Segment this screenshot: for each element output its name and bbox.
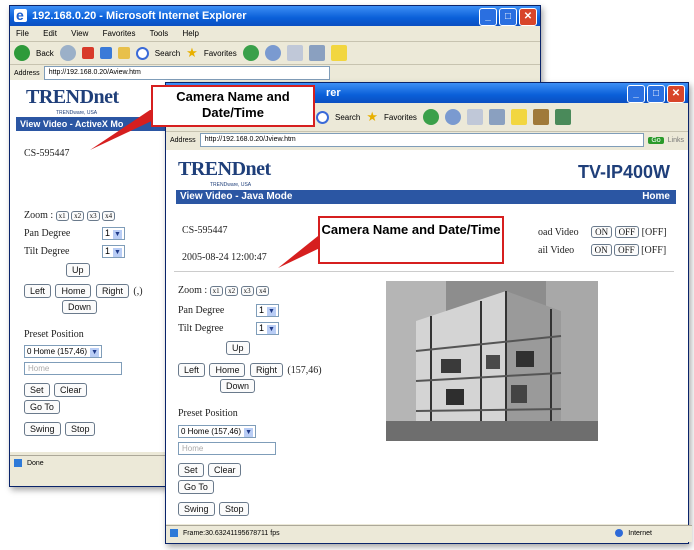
- middle-callout: Camera Name and Date/Time: [318, 216, 504, 264]
- callout-pointers: [90, 110, 345, 268]
- top-callout: Camera Name and Date/Time: [151, 85, 315, 127]
